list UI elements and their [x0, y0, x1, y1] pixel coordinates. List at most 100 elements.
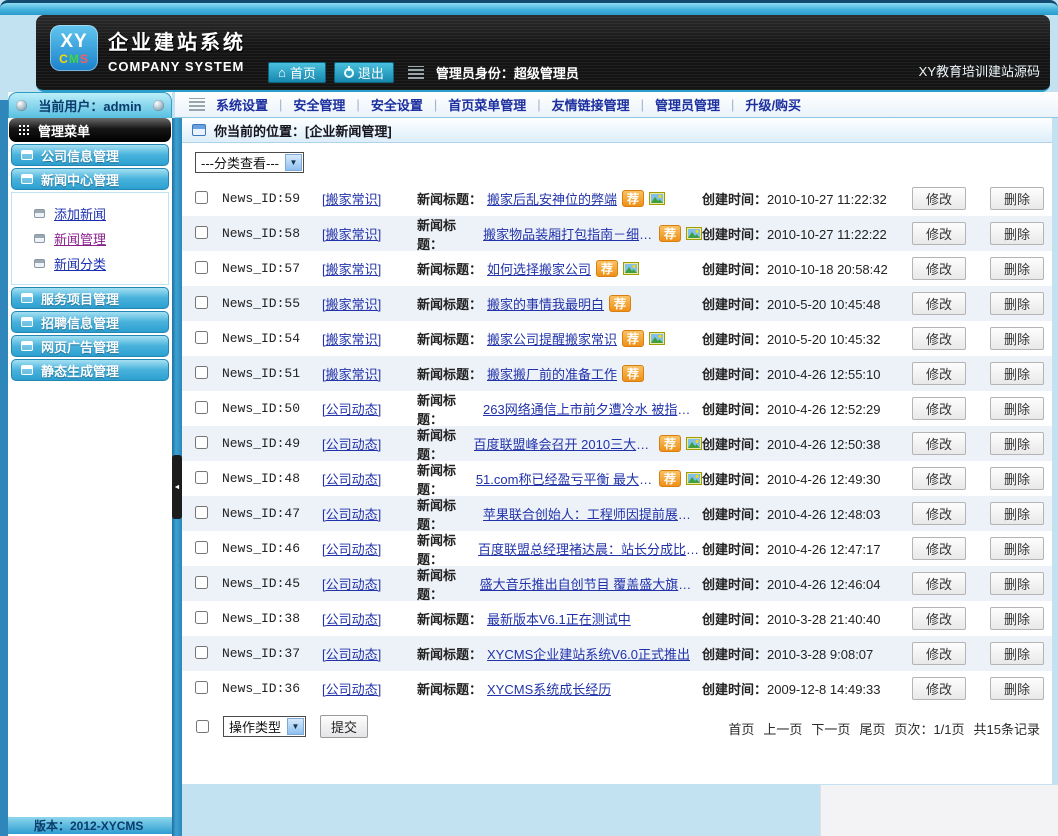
news-title-link[interactable]: 盛大音乐推出自创节目 覆盖盛大旗下主要媒: [480, 574, 702, 593]
delete-button[interactable]: 删除: [990, 327, 1044, 350]
category-link[interactable]: [公司动态]: [322, 682, 381, 697]
edit-button[interactable]: 修改: [912, 607, 966, 630]
sidebar-item-recruit[interactable]: 招聘信息管理: [11, 311, 169, 333]
sidebar-item-company-info[interactable]: 公司信息管理: [11, 144, 169, 166]
row-checkbox[interactable]: [195, 576, 208, 589]
row-checkbox[interactable]: [195, 681, 208, 694]
category-link[interactable]: [搬家常识]: [322, 227, 381, 242]
edit-button[interactable]: 修改: [912, 537, 966, 560]
edit-button[interactable]: 修改: [912, 432, 966, 455]
news-title-link[interactable]: 搬家公司提醒搬家常识: [487, 329, 617, 348]
category-link[interactable]: [公司动态]: [322, 577, 381, 592]
row-checkbox[interactable]: [195, 506, 208, 519]
row-checkbox[interactable]: [195, 436, 208, 449]
top-menu-item[interactable]: 安全管理: [293, 95, 345, 114]
edit-button[interactable]: 修改: [912, 502, 966, 525]
category-link[interactable]: [搬家常识]: [322, 332, 381, 347]
category-select[interactable]: ---分类查看--- ▼: [195, 152, 304, 173]
delete-button[interactable]: 删除: [990, 432, 1044, 455]
category-link[interactable]: [搬家常识]: [322, 192, 381, 207]
top-menu-item[interactable]: 升级/购买: [745, 95, 801, 114]
delete-button[interactable]: 删除: [990, 572, 1044, 595]
edit-button[interactable]: 修改: [912, 467, 966, 490]
sidebar-subitem-news-category[interactable]: 新闻分类: [12, 251, 168, 276]
top-menu-item[interactable]: 安全设置: [371, 95, 423, 114]
delete-button[interactable]: 删除: [990, 607, 1044, 630]
delete-button[interactable]: 删除: [990, 362, 1044, 385]
row-checkbox[interactable]: [195, 541, 208, 554]
news-title-link[interactable]: 百度联盟总经理褚达晨：站长分成比例将提高: [478, 539, 702, 558]
delete-button[interactable]: 删除: [990, 537, 1044, 560]
row-checkbox[interactable]: [195, 331, 208, 344]
category-link[interactable]: [公司动态]: [322, 542, 381, 557]
pagination-first[interactable]: 首页: [728, 719, 754, 738]
news-title-link[interactable]: 最新版本V6.1正在测试中: [487, 609, 631, 628]
news-title-link[interactable]: 搬家后乱安神位的弊端: [487, 189, 617, 208]
pagination-prev[interactable]: 上一页: [763, 719, 802, 738]
action-select[interactable]: 操作类型 ▼: [223, 716, 306, 737]
row-checkbox[interactable]: [195, 646, 208, 659]
sidebar-subitem-news-manage[interactable]: 新闻管理: [12, 226, 168, 251]
delete-button[interactable]: 删除: [990, 397, 1044, 420]
row-checkbox[interactable]: [195, 261, 208, 274]
row-checkbox[interactable]: [195, 191, 208, 204]
row-checkbox[interactable]: [195, 471, 208, 484]
row-checkbox[interactable]: [195, 401, 208, 414]
news-title-link[interactable]: 搬家的事情我最明白: [487, 294, 604, 313]
category-link[interactable]: [公司动态]: [322, 507, 381, 522]
category-link[interactable]: [公司动态]: [322, 472, 381, 487]
sidebar-item-web-ads[interactable]: 网页广告管理: [11, 335, 169, 357]
edit-button[interactable]: 修改: [912, 572, 966, 595]
news-title-link[interactable]: XYCMS企业建站系统V6.0正式推出: [487, 644, 690, 663]
row-checkbox[interactable]: [195, 366, 208, 379]
edit-button[interactable]: 修改: [912, 327, 966, 350]
row-checkbox[interactable]: [195, 296, 208, 309]
home-button[interactable]: ⌂ 首页: [268, 62, 326, 83]
top-menu-item[interactable]: 管理员管理: [655, 95, 720, 114]
submit-button[interactable]: 提交: [320, 715, 368, 738]
delete-button[interactable]: 删除: [990, 222, 1044, 245]
delete-button[interactable]: 删除: [990, 642, 1044, 665]
delete-button[interactable]: 删除: [990, 502, 1044, 525]
delete-button[interactable]: 删除: [990, 677, 1044, 700]
top-menu-item[interactable]: 首页菜单管理: [448, 95, 526, 114]
logout-button[interactable]: 退出: [334, 62, 394, 83]
delete-button[interactable]: 删除: [990, 292, 1044, 315]
select-all-checkbox[interactable]: [196, 720, 209, 733]
edit-button[interactable]: 修改: [912, 397, 966, 420]
news-title-link[interactable]: 百度联盟峰会召开 2010三大举措助力联: [474, 434, 654, 453]
category-link[interactable]: [搬家常识]: [322, 297, 381, 312]
edit-button[interactable]: 修改: [912, 642, 966, 665]
sidebar-collapse-handle[interactable]: ◄: [172, 455, 182, 519]
edit-button[interactable]: 修改: [912, 362, 966, 385]
news-title-link[interactable]: 如何选择搬家公司: [487, 259, 591, 278]
news-title-link[interactable]: 263网络通信上市前夕遭冷水 被指盈利模: [483, 399, 702, 418]
edit-button[interactable]: 修改: [912, 257, 966, 280]
row-checkbox[interactable]: [195, 226, 208, 239]
pagination-last[interactable]: 尾页: [859, 719, 885, 738]
sidebar-item-services[interactable]: 服务项目管理: [11, 287, 169, 309]
delete-button[interactable]: 删除: [990, 257, 1044, 280]
top-menu-item[interactable]: 友情链接管理: [552, 95, 630, 114]
top-menu-item[interactable]: 系统设置: [216, 95, 268, 114]
edit-button[interactable]: 修改: [912, 187, 966, 210]
edit-button[interactable]: 修改: [912, 677, 966, 700]
news-title-link[interactable]: 苹果联合创始人：工程师因提前展示iPad: [483, 504, 702, 523]
news-title-link[interactable]: 搬家搬厂前的准备工作: [487, 364, 617, 383]
category-link[interactable]: [搬家常识]: [322, 262, 381, 277]
category-link[interactable]: [公司动态]: [322, 437, 381, 452]
delete-button[interactable]: 删除: [990, 187, 1044, 210]
news-title-link[interactable]: 51.com称已经盈亏平衡 最大收入是社: [476, 469, 654, 488]
category-link[interactable]: [公司动态]: [322, 402, 381, 417]
category-link[interactable]: [公司动态]: [322, 647, 381, 662]
sidebar-item-static-gen[interactable]: 静态生成管理: [11, 359, 169, 381]
pagination-next[interactable]: 下一页: [811, 719, 850, 738]
news-title-link[interactable]: 搬家物品装厢打包指南－细节篇: [483, 224, 654, 243]
category-link[interactable]: [公司动态]: [322, 612, 381, 627]
delete-button[interactable]: 删除: [990, 467, 1044, 490]
sidebar-item-news-center[interactable]: 新闻中心管理: [11, 168, 169, 190]
sidebar-subitem-add-news[interactable]: 添加新闻: [12, 201, 168, 226]
row-checkbox[interactable]: [195, 611, 208, 624]
edit-button[interactable]: 修改: [912, 222, 966, 245]
news-title-link[interactable]: XYCMS系统成长经历: [487, 679, 611, 698]
